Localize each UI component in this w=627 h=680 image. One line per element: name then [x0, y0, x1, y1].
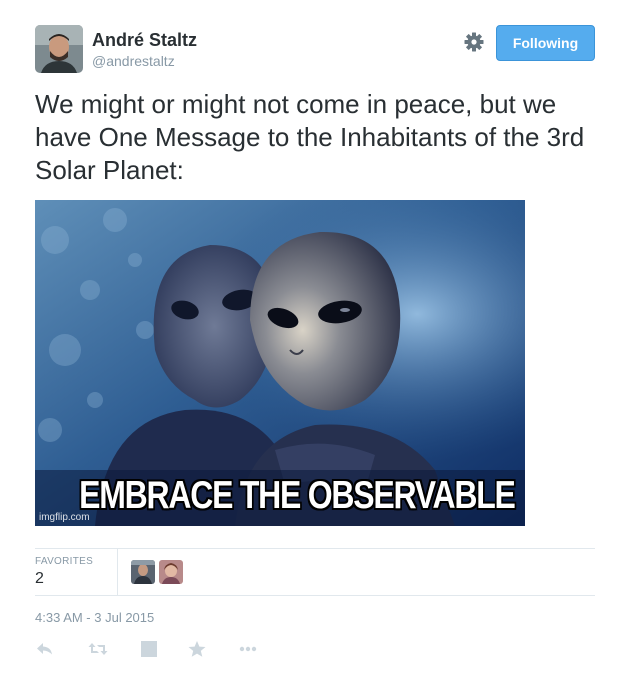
author-handle[interactable]: @andrestaltz — [92, 53, 175, 69]
favoriter-avatar[interactable] — [131, 560, 155, 584]
meme-caption: EMBRACE THE OBSERVABLE — [79, 474, 516, 517]
stats-bottom-divider — [35, 595, 595, 596]
more-icon[interactable] — [238, 640, 258, 658]
gear-icon[interactable] — [463, 31, 485, 53]
author-avatar[interactable] — [35, 25, 83, 73]
favoriter-avatar[interactable] — [159, 560, 183, 584]
tweet-text: We might or might not come in peace, but… — [35, 89, 585, 185]
favorites-label[interactable]: FAVORITES — [35, 556, 93, 567]
stats-top-divider — [35, 548, 595, 549]
star-icon[interactable] — [187, 640, 207, 658]
author-name[interactable]: André Staltz — [92, 30, 197, 51]
retweet-icon[interactable] — [88, 640, 108, 658]
tweet-media-image[interactable]: EMBRACE THE OBSERVABLE imgflip.com — [35, 200, 525, 526]
square-icon[interactable] — [139, 640, 159, 658]
favorites-count[interactable]: 2 — [35, 570, 44, 588]
reply-icon[interactable] — [35, 640, 55, 658]
stats-vertical-divider — [117, 549, 118, 595]
following-button[interactable]: Following — [496, 25, 595, 61]
tweet-timestamp[interactable]: 4:33 AM - 3 Jul 2015 — [35, 610, 154, 625]
image-watermark: imgflip.com — [39, 512, 90, 523]
